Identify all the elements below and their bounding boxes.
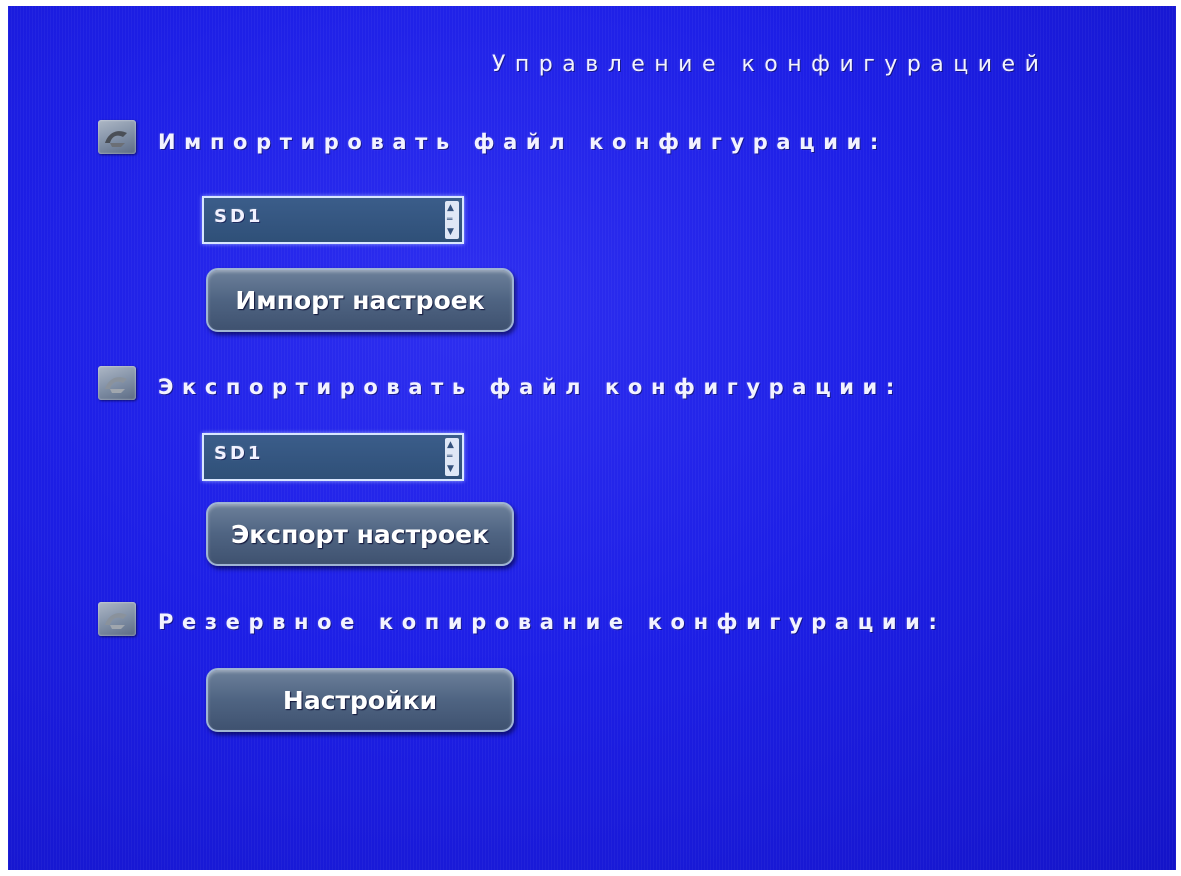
backup-settings-button[interactable]: Настройки: [206, 668, 514, 732]
export-section-label: Экспортировать файл конфигурации:: [158, 375, 903, 399]
import-settings-button[interactable]: Импорт настроек: [206, 268, 514, 332]
spinner-divider-icon: ═: [447, 215, 453, 225]
export-target-spinner[interactable]: ▲ ═ ▼: [445, 438, 459, 476]
import-source-value: SD1: [214, 206, 264, 227]
export-config-icon: [98, 366, 136, 400]
export-target-select[interactable]: SD1 ▲ ═ ▼: [202, 433, 464, 481]
page-title: Управление конфигурацией: [492, 52, 1049, 77]
spinner-up-icon[interactable]: ▲: [447, 440, 454, 450]
import-source-spinner[interactable]: ▲ ═ ▼: [445, 201, 459, 239]
config-management-screen: Управление конфигурацией Импортировать ф…: [8, 6, 1176, 870]
export-settings-button[interactable]: Экспорт настроек: [206, 502, 514, 566]
spinner-down-icon[interactable]: ▼: [447, 227, 454, 237]
backup-section-label: Резервное копирование конфигурации:: [158, 610, 946, 634]
import-config-icon: [98, 120, 136, 154]
backup-config-icon: [98, 602, 136, 636]
import-section-label: Импортировать файл конфигурации:: [158, 130, 887, 154]
spinner-down-icon[interactable]: ▼: [447, 464, 454, 474]
spinner-up-icon[interactable]: ▲: [447, 203, 454, 213]
spinner-divider-icon: ═: [447, 452, 453, 462]
import-source-select[interactable]: SD1 ▲ ═ ▼: [202, 196, 464, 244]
export-target-value: SD1: [214, 443, 264, 464]
